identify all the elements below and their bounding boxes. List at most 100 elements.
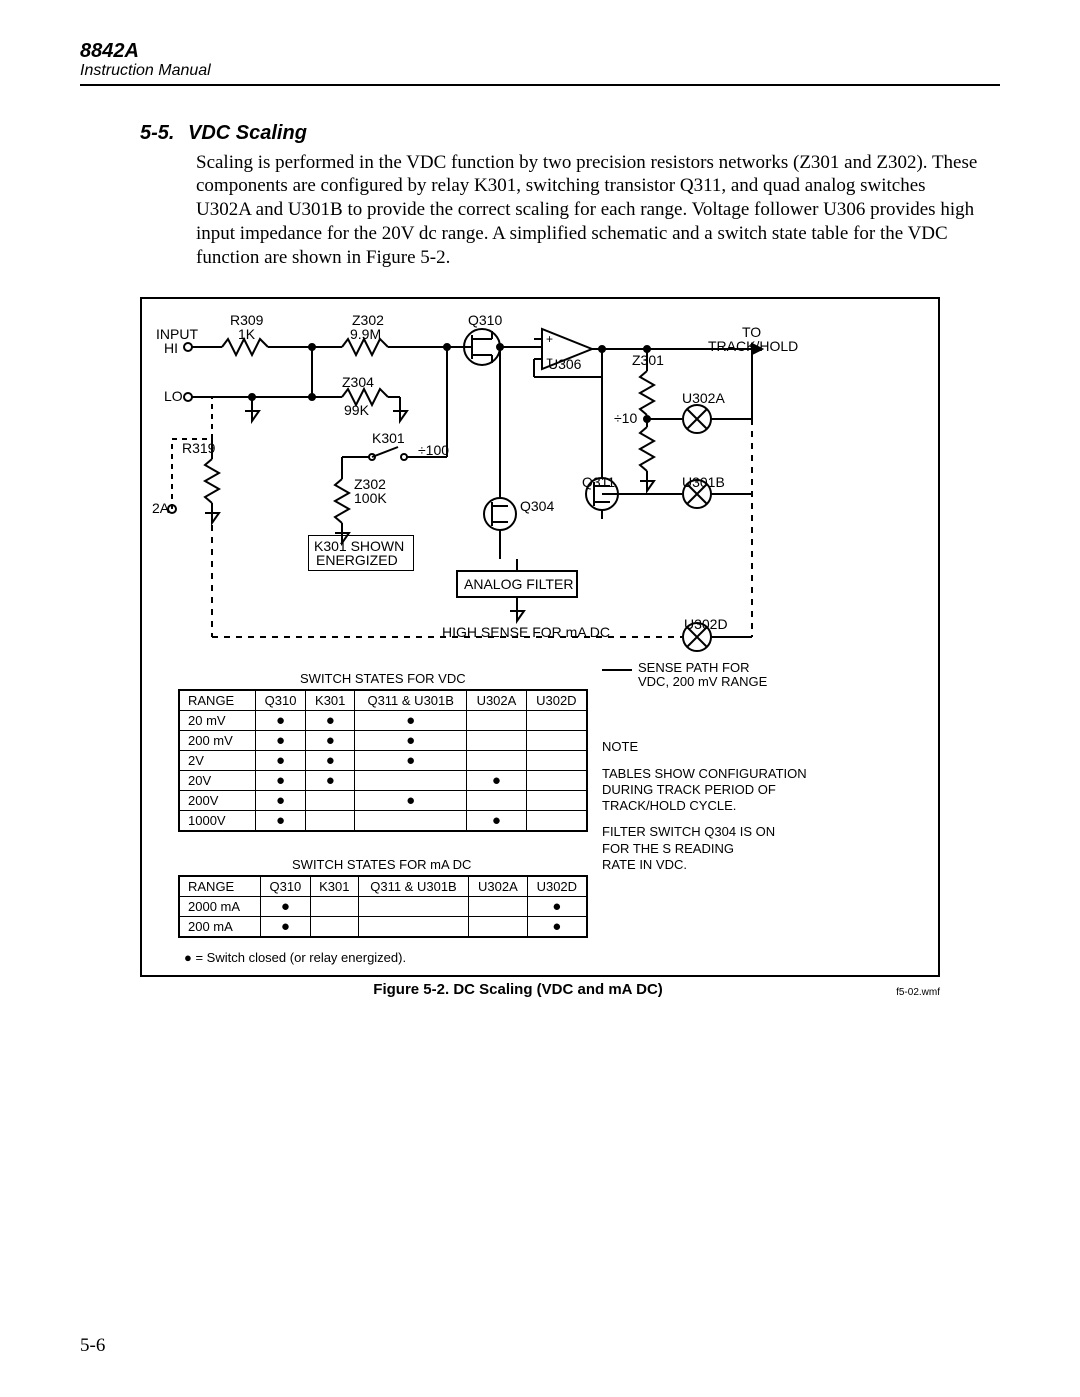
state-cell	[526, 731, 587, 751]
vdc-hdr-q311: Q311 & U301B	[355, 690, 467, 711]
state-cell: ●	[255, 791, 305, 811]
figure-source-file: f5-02.wmf	[896, 987, 940, 998]
state-cell	[358, 897, 468, 917]
ma-hdr-range: RANGE	[179, 876, 261, 897]
label-z304-val: 99K	[344, 403, 369, 418]
state-cell: ●	[306, 771, 355, 791]
ma-table-title: SWITCH STATES FOR mA DC	[292, 857, 471, 872]
state-cell	[526, 771, 587, 791]
table-row: 2V●●●	[179, 751, 587, 771]
ma-switch-table: RANGE Q310 K301 Q311 & U301B U302A U302D…	[178, 875, 588, 938]
page-header: 8842A Instruction Manual	[80, 40, 1000, 86]
note-block: NOTE TABLES SHOW CONFIGURATION DURING TR…	[602, 739, 862, 873]
state-cell	[467, 751, 526, 771]
ma-hdr-u302d: U302D	[527, 876, 587, 897]
range-cell: 200 mA	[179, 917, 261, 938]
state-cell	[467, 791, 526, 811]
state-cell: ●	[306, 751, 355, 771]
note-line-6: RATE IN VDC.	[602, 857, 862, 873]
note-line-1: TABLES SHOW CONFIGURATION	[602, 766, 862, 782]
label-2a: 2A	[152, 501, 169, 516]
figure-caption: Figure 5-2. DC Scaling (VDC and mA DC)	[140, 981, 896, 998]
svg-text:+: +	[546, 332, 553, 346]
state-cell	[526, 811, 587, 832]
vdc-hdr-q310: Q310	[255, 690, 305, 711]
label-k301: K301	[372, 431, 405, 446]
header-model: 8842A	[80, 40, 1000, 62]
page-number: 5-6	[80, 1335, 105, 1357]
schematic-diagram: + −	[142, 299, 940, 659]
table-row: 200V●●	[179, 791, 587, 811]
range-cell: 20V	[179, 771, 255, 791]
range-cell: 200V	[179, 791, 255, 811]
state-cell: ●	[467, 771, 526, 791]
state-cell: ●	[261, 897, 311, 917]
state-cell: ●	[255, 751, 305, 771]
state-cell	[467, 711, 526, 731]
vdc-hdr-u302d: U302D	[526, 690, 587, 711]
body-paragraph: Scaling is performed in the VDC function…	[196, 151, 980, 270]
k301-note-box	[308, 535, 414, 571]
state-cell: ●	[355, 711, 467, 731]
state-cell: ●	[355, 791, 467, 811]
sense-path-line	[602, 669, 632, 671]
label-z302-bot-val: 100K	[354, 491, 387, 506]
note-line-2: DURING TRACK PERIOD OF	[602, 782, 862, 798]
label-lo: LO	[164, 389, 183, 404]
state-cell: ●	[527, 897, 587, 917]
table-row: 2000 mA●●	[179, 897, 587, 917]
table-row: 20 mV●●●	[179, 711, 587, 731]
ma-hdr-q311: Q311 & U301B	[358, 876, 468, 897]
note-line-4: FILTER SWITCH Q304 IS ON	[602, 824, 862, 840]
section-title: VDC Scaling	[140, 122, 307, 145]
range-cell: 200 mV	[179, 731, 255, 751]
note-title: NOTE	[602, 739, 862, 755]
vdc-hdr-range: RANGE	[179, 690, 255, 711]
state-cell: ●	[527, 917, 587, 938]
state-cell: ●	[306, 731, 355, 751]
label-sense-path-2: VDC, 200 mV RANGE	[638, 675, 767, 689]
state-cell	[355, 811, 467, 832]
vdc-hdr-k301: K301	[306, 690, 355, 711]
state-cell: ●	[255, 711, 305, 731]
state-cell: ●	[306, 711, 355, 731]
range-cell: 1000V	[179, 811, 255, 832]
figure-frame: + −	[140, 297, 940, 977]
state-cell	[526, 791, 587, 811]
state-cell: ●	[467, 811, 526, 832]
state-cell	[526, 711, 587, 731]
header-subtitle: Instruction Manual	[80, 62, 1000, 80]
vdc-hdr-u302a: U302A	[467, 690, 526, 711]
label-q304: Q304	[520, 499, 554, 514]
ma-hdr-u302a: U302A	[469, 876, 527, 897]
label-r319: R319	[182, 441, 215, 456]
state-cell	[310, 917, 358, 938]
state-cell: ●	[255, 771, 305, 791]
state-cell: ●	[355, 731, 467, 751]
label-trackhold: TRACK/HOLD	[708, 339, 798, 354]
state-cell	[310, 897, 358, 917]
label-q310: Q310	[468, 313, 502, 328]
state-cell	[467, 731, 526, 751]
label-div100: ÷100	[418, 443, 449, 458]
label-z301: Z301	[632, 353, 664, 368]
label-r309-val: 1K	[238, 327, 255, 342]
label-u302d: U302D	[684, 617, 728, 632]
vdc-table-title: SWITCH STATES FOR VDC	[300, 671, 466, 686]
label-u306: U306	[548, 357, 581, 372]
label-z302-top-val: 9.9M	[350, 327, 381, 342]
section-number: 5-5.	[80, 122, 140, 145]
note-line-5: FOR THE S READING	[602, 841, 862, 857]
label-u302a: U302A	[682, 391, 725, 406]
state-cell: ●	[255, 731, 305, 751]
label-u301b: U301B	[682, 475, 725, 490]
range-cell: 20 mV	[179, 711, 255, 731]
state-cell: ●	[355, 751, 467, 771]
table-footnote: ● = Switch closed (or relay energized).	[184, 951, 406, 965]
note-line-3: TRACK/HOLD CYCLE.	[602, 798, 862, 814]
ma-hdr-k301: K301	[310, 876, 358, 897]
state-cell	[469, 897, 527, 917]
table-row: 20V●●●	[179, 771, 587, 791]
section-heading: 5-5. VDC Scaling	[80, 122, 1000, 145]
label-hi: HI	[164, 341, 178, 356]
